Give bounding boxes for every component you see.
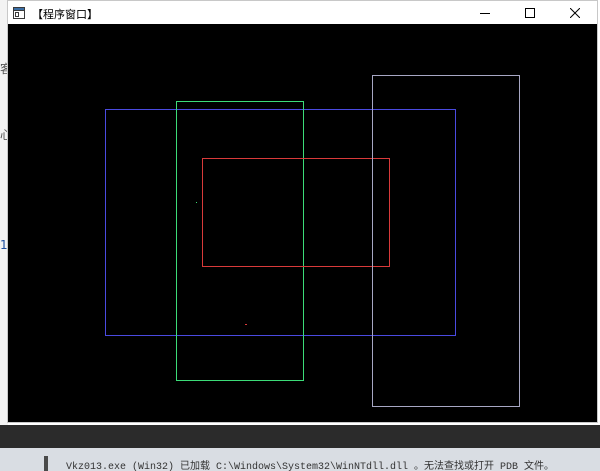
- canvas-drawing: [105, 75, 520, 407]
- red-rectangle: [202, 158, 390, 267]
- output-console-line: Vkz013.exe (Win32) 已加载 C:\Windows\System…: [66, 462, 555, 471]
- maximize-button[interactable]: [507, 1, 552, 24]
- maximize-icon: [524, 7, 535, 18]
- close-icon: [569, 7, 580, 18]
- output-scroll-marker: [44, 456, 48, 471]
- app-window-icon: [13, 6, 25, 19]
- gray-rectangle: [372, 75, 520, 407]
- minimize-icon: [479, 12, 490, 14]
- minimize-button[interactable]: [462, 1, 507, 24]
- drawing-canvas[interactable]: [8, 24, 597, 422]
- point-marker: [196, 202, 197, 203]
- program-window: 【程序窗口】: [7, 0, 598, 423]
- green-rectangle: [176, 101, 304, 381]
- window-title: 【程序窗口】: [32, 8, 98, 21]
- point-marker: [245, 324, 247, 325]
- blue-rectangle: [105, 109, 456, 336]
- close-button[interactable]: [552, 1, 597, 24]
- title-bar[interactable]: 【程序窗口】: [8, 1, 597, 24]
